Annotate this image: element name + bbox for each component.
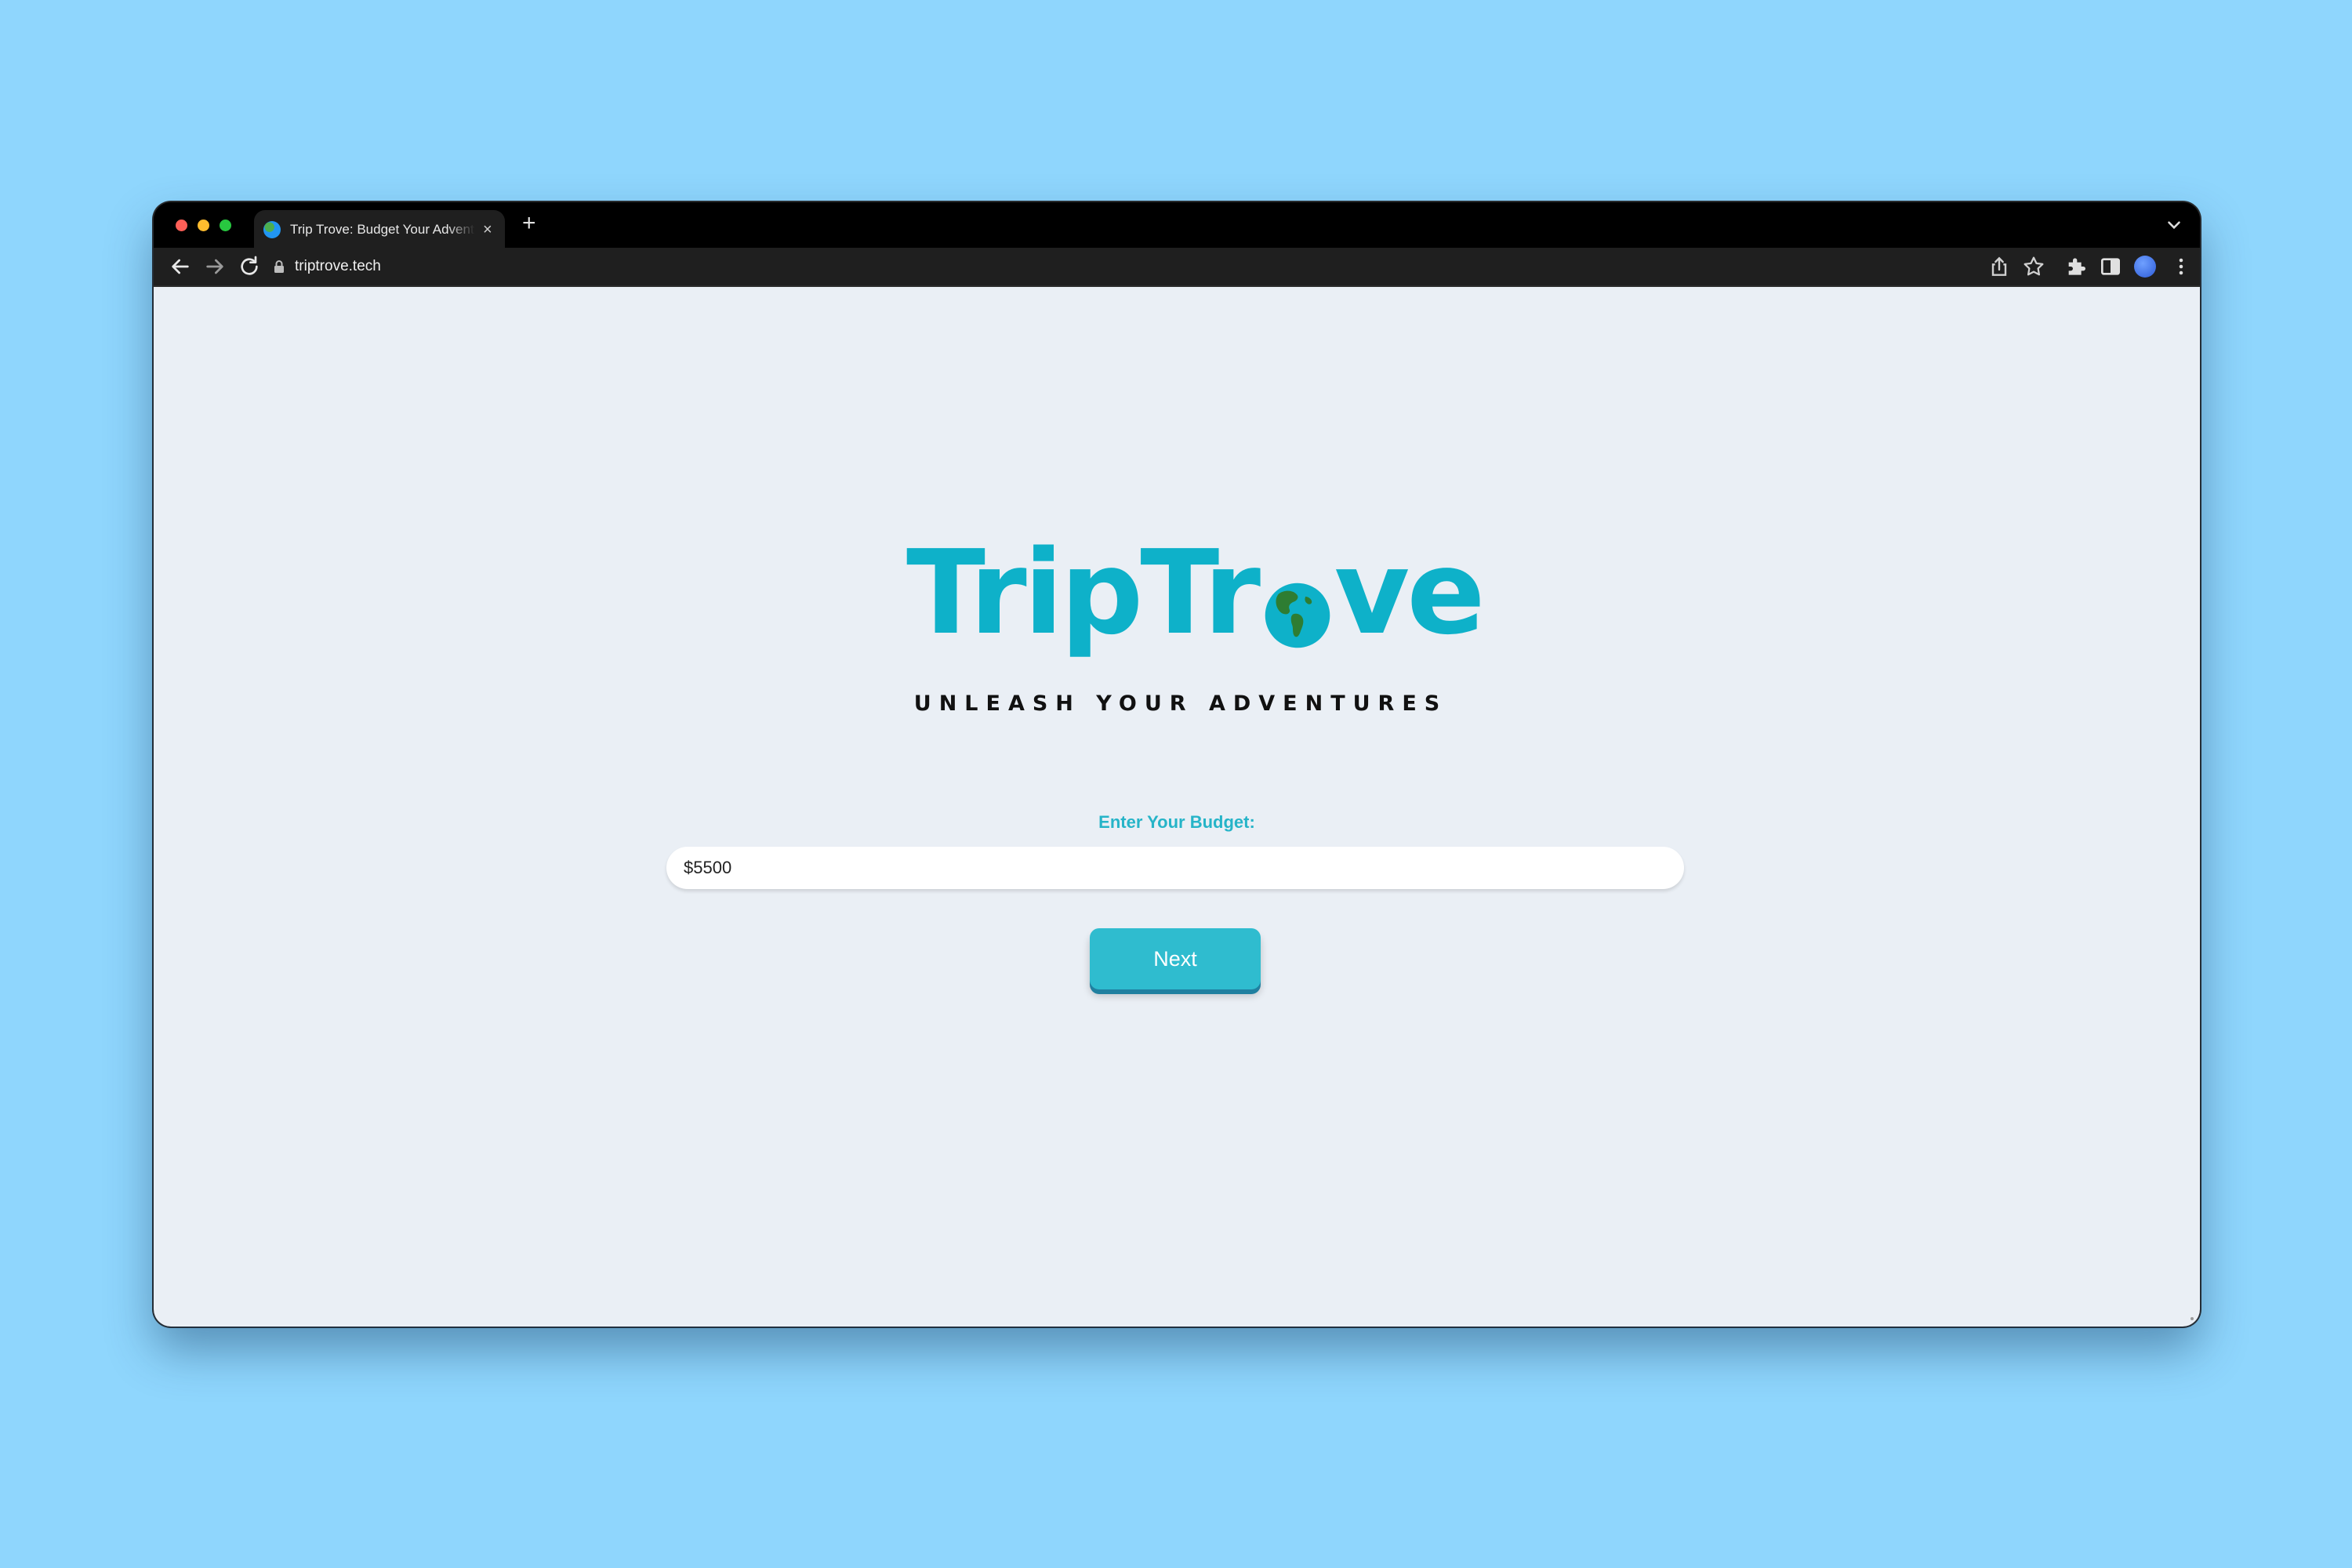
logo-wordmark: TripTrove: [906, 525, 1486, 660]
next-button[interactable]: Next: [1090, 928, 1261, 989]
close-window-button[interactable]: [176, 220, 187, 231]
lock-icon[interactable]: [273, 260, 285, 274]
tab-search-chevron-icon[interactable]: [2164, 215, 2184, 235]
address-bar[interactable]: triptrove.tech: [273, 253, 2021, 280]
new-tab-button[interactable]: +: [522, 212, 536, 235]
share-icon[interactable]: [1987, 254, 2012, 279]
browser-tab[interactable]: Trip Trove: Budget Your Adventures ×: [254, 210, 505, 249]
tab-title: Trip Trove: Budget Your Adventures: [290, 222, 475, 237]
minimize-window-button[interactable]: [198, 220, 209, 231]
budget-label: Enter Your Budget:: [1098, 812, 1255, 832]
extensions-puzzle-icon[interactable]: [2063, 254, 2089, 279]
back-arrow-icon[interactable]: [168, 254, 193, 279]
page-content: TripTrove UNLEASH YOUR ADVENTURES Enter …: [154, 287, 2200, 1327]
maximize-window-button[interactable]: [220, 220, 231, 231]
tagline: UNLEASH YOUR ADVENTURES: [913, 691, 1448, 716]
close-tab-icon[interactable]: ×: [483, 222, 492, 238]
globe-icon: [1265, 583, 1330, 648]
triptrove-logo: TripTrove: [906, 525, 1486, 670]
side-panel-icon[interactable]: [2098, 254, 2123, 279]
forward-arrow-icon[interactable]: [202, 254, 227, 279]
reload-icon[interactable]: [237, 254, 262, 279]
globe-favicon-icon: [263, 221, 281, 238]
browser-toolbar: triptrove.tech: [154, 248, 2200, 287]
resize-handle[interactable]: [2190, 1317, 2194, 1320]
more-menu-icon[interactable]: [2169, 254, 2194, 279]
tab-strip: Trip Trove: Budget Your Adventures × +: [154, 202, 2200, 249]
logo-text-part2: ve: [1334, 525, 1486, 660]
logo-text-part1: TripTr: [906, 525, 1261, 660]
url-text: triptrove.tech: [295, 258, 381, 274]
bookmark-star-icon[interactable]: [2021, 254, 2046, 279]
browser-window: Trip Trove: Budget Your Adventures × + t…: [154, 202, 2200, 1327]
profile-avatar[interactable]: [2134, 256, 2156, 278]
budget-input[interactable]: [666, 847, 1684, 889]
